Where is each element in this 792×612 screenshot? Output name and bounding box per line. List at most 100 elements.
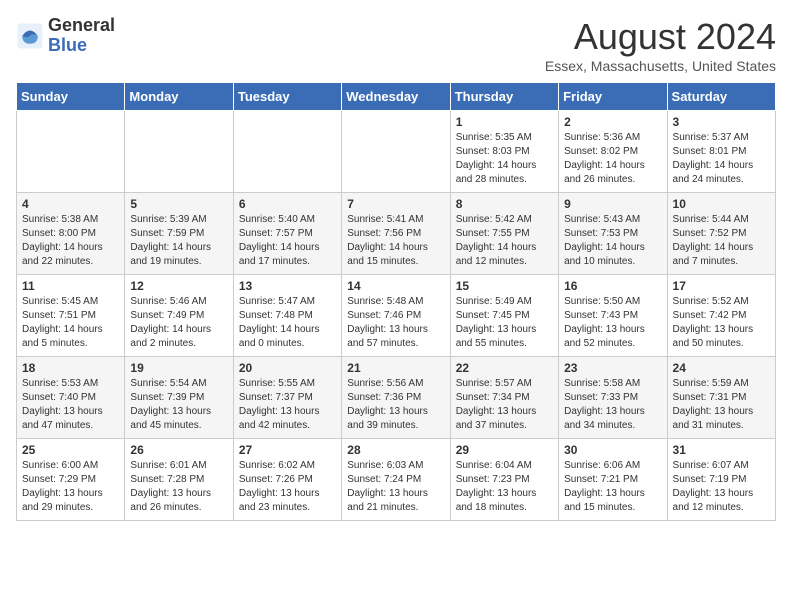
day-cell: 19Sunrise: 5:54 AM Sunset: 7:39 PM Dayli… (125, 357, 233, 439)
day-number: 28 (347, 443, 444, 457)
day-number: 23 (564, 361, 661, 375)
weekday-tuesday: Tuesday (233, 83, 341, 111)
day-info: Sunrise: 6:00 AM Sunset: 7:29 PM Dayligh… (22, 459, 119, 515)
day-info: Sunrise: 5:48 AM Sunset: 7:46 PM Dayligh… (347, 295, 444, 351)
day-info: Sunrise: 5:57 AM Sunset: 7:34 PM Dayligh… (456, 377, 553, 433)
day-number: 14 (347, 279, 444, 293)
day-cell (342, 111, 450, 193)
day-number: 17 (673, 279, 770, 293)
weekday-wednesday: Wednesday (342, 83, 450, 111)
title-block: August 2024 Essex, Massachusetts, United… (545, 16, 776, 74)
day-info: Sunrise: 5:54 AM Sunset: 7:39 PM Dayligh… (130, 377, 227, 433)
day-number: 12 (130, 279, 227, 293)
day-cell: 6 Sunrise: 5:40 AM Sunset: 7:57 PM Daylig… (233, 193, 341, 275)
day-cell (125, 111, 233, 193)
day-number: 30 (564, 443, 661, 457)
weekday-header-row: SundayMondayTuesdayWednesdayThursdayFrid… (17, 83, 776, 111)
day-number: 27 (239, 443, 336, 457)
weekday-saturday: Saturday (667, 83, 775, 111)
day-number: 15 (456, 279, 553, 293)
day-info: Sunrise: 5:35 AM Sunset: 8:03 PM Dayligh… (456, 131, 553, 187)
day-cell: 18Sunrise: 5:53 AM Sunset: 7:40 PM Dayli… (17, 357, 125, 439)
day-info: Sunrise: 6:04 AM Sunset: 7:23 PM Dayligh… (456, 459, 553, 515)
day-info: Sunrise: 5:47 AM Sunset: 7:48 PM Dayligh… (239, 295, 336, 351)
day-cell: 11 Sunrise: 5:45 AM Sunset: 7:51 PM Dayli… (17, 275, 125, 357)
day-info: Sunrise: 5:56 AM Sunset: 7:36 PM Dayligh… (347, 377, 444, 433)
day-info: Sunrise: 6:01 AM Sunset: 7:28 PM Dayligh… (130, 459, 227, 515)
day-number: 31 (673, 443, 770, 457)
day-number: 26 (130, 443, 227, 457)
day-info: Sunrise: 5:49 AM Sunset: 7:45 PM Dayligh… (456, 295, 553, 351)
day-info: Sunrise: 5:55 AM Sunset: 7:37 PM Dayligh… (239, 377, 336, 433)
day-cell: 10Sunrise: 5:44 AM Sunset: 7:52 PM Dayli… (667, 193, 775, 275)
day-number: 16 (564, 279, 661, 293)
day-cell: 16 Sunrise: 5:50 AM Sunset: 7:43 PM Dayli… (559, 275, 667, 357)
day-cell: 30 Sunrise: 6:06 AM Sunset: 7:21 PM Dayli… (559, 439, 667, 521)
day-info: Sunrise: 5:52 AM Sunset: 7:42 PM Dayligh… (673, 295, 770, 351)
day-cell: 25 Sunrise: 6:00 AM Sunset: 7:29 PM Dayli… (17, 439, 125, 521)
day-number: 6 (239, 197, 336, 211)
day-cell: 3Sunrise: 5:37 AM Sunset: 8:01 PM Daylig… (667, 111, 775, 193)
day-cell: 29 Sunrise: 6:04 AM Sunset: 7:23 PM Dayli… (450, 439, 558, 521)
day-number: 2 (564, 115, 661, 129)
logo-line2: Blue (48, 36, 115, 56)
day-cell: 21 Sunrise: 5:56 AM Sunset: 7:36 PM Dayli… (342, 357, 450, 439)
week-row-5: 25 Sunrise: 6:00 AM Sunset: 7:29 PM Dayli… (17, 439, 776, 521)
day-cell: 27Sunrise: 6:02 AM Sunset: 7:26 PM Dayli… (233, 439, 341, 521)
day-cell: 23Sunrise: 5:58 AM Sunset: 7:33 PM Dayli… (559, 357, 667, 439)
calendar-header: SundayMondayTuesdayWednesdayThursdayFrid… (17, 83, 776, 111)
day-cell: 2 Sunrise: 5:36 AM Sunset: 8:02 PM Daylig… (559, 111, 667, 193)
day-number: 13 (239, 279, 336, 293)
day-number: 4 (22, 197, 119, 211)
day-info: Sunrise: 5:50 AM Sunset: 7:43 PM Dayligh… (564, 295, 661, 351)
day-number: 11 (22, 279, 119, 293)
day-cell: 8 Sunrise: 5:42 AM Sunset: 7:55 PM Daylig… (450, 193, 558, 275)
day-info: Sunrise: 5:53 AM Sunset: 7:40 PM Dayligh… (22, 377, 119, 433)
day-info: Sunrise: 5:36 AM Sunset: 8:02 PM Dayligh… (564, 131, 661, 187)
calendar-subtitle: Essex, Massachusetts, United States (545, 58, 776, 74)
day-cell: 7 Sunrise: 5:41 AM Sunset: 7:56 PM Daylig… (342, 193, 450, 275)
weekday-thursday: Thursday (450, 83, 558, 111)
day-info: Sunrise: 5:42 AM Sunset: 7:55 PM Dayligh… (456, 213, 553, 269)
day-cell: 31Sunrise: 6:07 AM Sunset: 7:19 PM Dayli… (667, 439, 775, 521)
day-info: Sunrise: 5:59 AM Sunset: 7:31 PM Dayligh… (673, 377, 770, 433)
day-info: Sunrise: 5:39 AM Sunset: 7:59 PM Dayligh… (130, 213, 227, 269)
day-number: 24 (673, 361, 770, 375)
day-number: 8 (456, 197, 553, 211)
logo-line1: General (48, 16, 115, 36)
day-cell: 28 Sunrise: 6:03 AM Sunset: 7:24 PM Dayli… (342, 439, 450, 521)
week-row-4: 18Sunrise: 5:53 AM Sunset: 7:40 PM Dayli… (17, 357, 776, 439)
day-number: 22 (456, 361, 553, 375)
logo: General Blue (16, 16, 115, 56)
day-number: 7 (347, 197, 444, 211)
day-number: 29 (456, 443, 553, 457)
day-cell (233, 111, 341, 193)
calendar-body: 1Sunrise: 5:35 AM Sunset: 8:03 PM Daylig… (17, 111, 776, 521)
day-cell: 26 Sunrise: 6:01 AM Sunset: 7:28 PM Dayli… (125, 439, 233, 521)
day-cell: 24 Sunrise: 5:59 AM Sunset: 7:31 PM Dayli… (667, 357, 775, 439)
day-cell: 1Sunrise: 5:35 AM Sunset: 8:03 PM Daylig… (450, 111, 558, 193)
day-info: Sunrise: 5:45 AM Sunset: 7:51 PM Dayligh… (22, 295, 119, 351)
calendar-title: August 2024 (545, 16, 776, 58)
day-cell: 9 Sunrise: 5:43 AM Sunset: 7:53 PM Daylig… (559, 193, 667, 275)
page-header: General Blue August 2024 Essex, Massachu… (16, 16, 776, 74)
day-info: Sunrise: 5:43 AM Sunset: 7:53 PM Dayligh… (564, 213, 661, 269)
day-number: 25 (22, 443, 119, 457)
weekday-friday: Friday (559, 83, 667, 111)
day-info: Sunrise: 6:03 AM Sunset: 7:24 PM Dayligh… (347, 459, 444, 515)
day-cell: 14 Sunrise: 5:48 AM Sunset: 7:46 PM Dayli… (342, 275, 450, 357)
day-info: Sunrise: 6:06 AM Sunset: 7:21 PM Dayligh… (564, 459, 661, 515)
day-info: Sunrise: 5:37 AM Sunset: 8:01 PM Dayligh… (673, 131, 770, 187)
day-info: Sunrise: 5:41 AM Sunset: 7:56 PM Dayligh… (347, 213, 444, 269)
day-number: 21 (347, 361, 444, 375)
day-info: Sunrise: 5:38 AM Sunset: 8:00 PM Dayligh… (22, 213, 119, 269)
day-cell: 5Sunrise: 5:39 AM Sunset: 7:59 PM Daylig… (125, 193, 233, 275)
day-cell: 22 Sunrise: 5:57 AM Sunset: 7:34 PM Dayli… (450, 357, 558, 439)
day-cell: 4 Sunrise: 5:38 AM Sunset: 8:00 PM Daylig… (17, 193, 125, 275)
day-number: 9 (564, 197, 661, 211)
day-info: Sunrise: 5:46 AM Sunset: 7:49 PM Dayligh… (130, 295, 227, 351)
week-row-2: 4 Sunrise: 5:38 AM Sunset: 8:00 PM Daylig… (17, 193, 776, 275)
day-cell: 13 Sunrise: 5:47 AM Sunset: 7:48 PM Dayli… (233, 275, 341, 357)
day-info: Sunrise: 5:40 AM Sunset: 7:57 PM Dayligh… (239, 213, 336, 269)
day-cell (17, 111, 125, 193)
